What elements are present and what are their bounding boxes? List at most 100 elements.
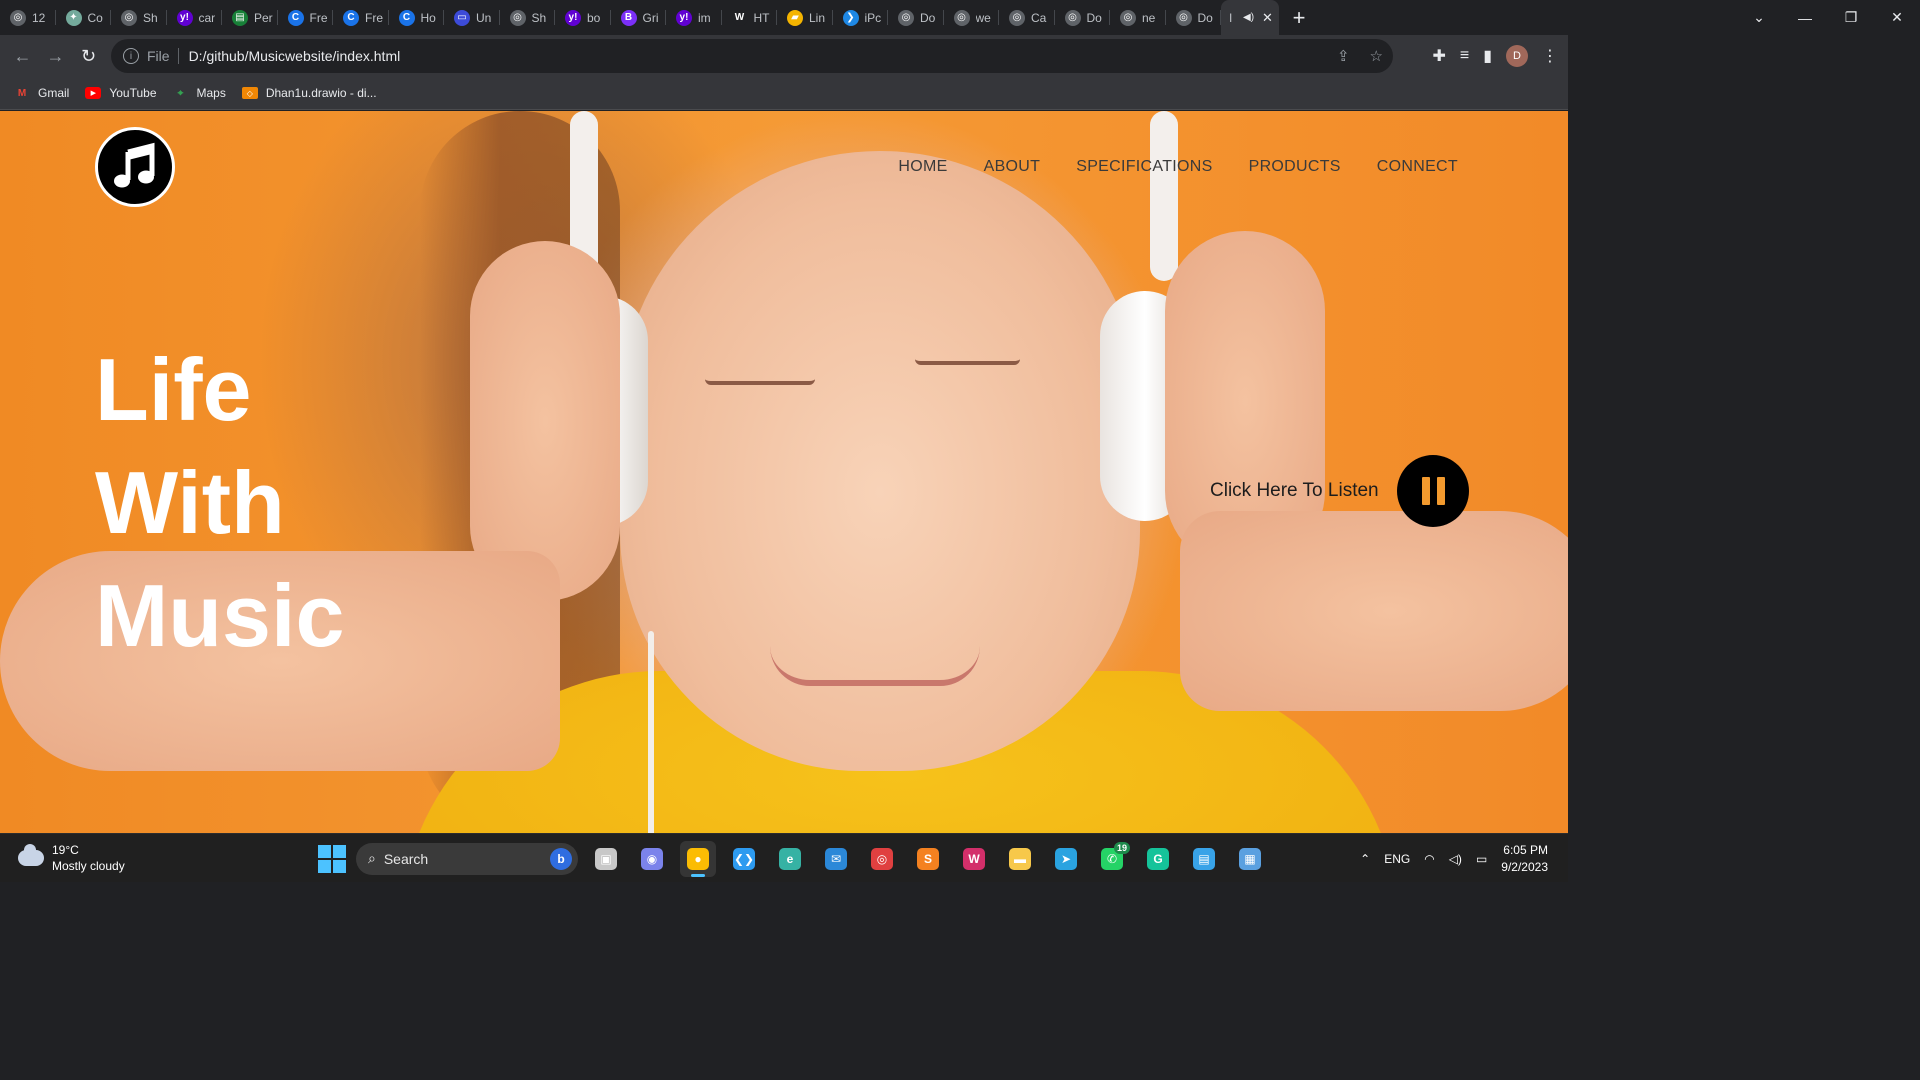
tab-label: Gri — [642, 10, 659, 25]
task-view-icon: ▣ — [595, 847, 617, 870]
bookmark-drawio[interactable]: ◇ Dhan1u.drawio - di... — [241, 86, 377, 100]
chrome-app[interactable]: ● — [680, 840, 716, 877]
browser-tab[interactable]: ◎ Sh — [500, 0, 556, 35]
grammarly-app[interactable]: G — [1140, 841, 1176, 877]
weather-widget[interactable]: 19°C Mostly cloudy — [18, 842, 125, 874]
back-button[interactable]: ← — [6, 46, 39, 67]
address-url[interactable]: D:/github/Musicwebsite/index.html — [189, 48, 401, 64]
edge-icon: e — [779, 847, 801, 870]
browser-tab[interactable]: y! im — [666, 0, 722, 35]
taskbar: 19°C Mostly cloudy ⌕ Search b ▣ ◉ ● ❮❯ e ✉ ◎ S W… — [0, 833, 1568, 882]
restore-button[interactable]: ❐ — [1828, 9, 1874, 26]
taskbar-search[interactable]: ⌕ Search b — [356, 842, 578, 875]
tab-label: Do — [1197, 10, 1213, 25]
wps-icon: W — [963, 847, 985, 870]
share-icon[interactable]: ⇪ — [1337, 47, 1350, 65]
browser-tab[interactable]: y! bo — [555, 0, 611, 35]
tab-label: Sh — [143, 10, 158, 25]
clock[interactable]: 6:05 PM 9/2/2023 — [1501, 842, 1548, 876]
browser-tab[interactable]: ❯ iPc — [833, 0, 889, 35]
browser-tab[interactable]: ◎ Do — [888, 0, 944, 35]
tab-favicon-icon: y! — [676, 9, 692, 26]
address-bar[interactable]: i File D:/github/Musicwebsite/index.html… — [111, 39, 1393, 73]
forward-button[interactable]: → — [39, 46, 72, 67]
battery-icon[interactable]: ▭ — [1476, 852, 1487, 866]
mail-app[interactable]: ✉ — [818, 841, 854, 877]
whatsapp-app[interactable]: ✆ 19 — [1094, 841, 1130, 877]
play-pause-button[interactable] — [1397, 455, 1469, 527]
browser-tab[interactable]: ◎ Sh — [111, 0, 167, 35]
browser-tab[interactable]: ◎ we — [944, 0, 1000, 35]
browser-tab[interactable]: ◎ 12 — [0, 0, 56, 35]
wifi-icon[interactable]: ◠ — [1424, 852, 1434, 866]
media-control-icon[interactable]: ≡ — [1460, 47, 1469, 65]
extensions-icon[interactable]: ✚ — [1432, 46, 1445, 66]
tab-search-icon[interactable]: ⌄ — [1736, 9, 1782, 26]
vscode-icon: ❮❯ — [733, 847, 755, 870]
browser-tab[interactable]: C Fre — [278, 0, 334, 35]
task-view-app[interactable]: ▣ — [588, 841, 624, 877]
tab-favicon-icon: ◎ — [509, 9, 526, 26]
browser-tab[interactable]: y! car — [167, 0, 223, 35]
tray-overflow-icon[interactable]: ⌃ — [1360, 852, 1370, 866]
browser-tab[interactable]: C Fre — [333, 0, 389, 35]
telegram-app[interactable]: ➤ — [1048, 841, 1084, 877]
listen-label[interactable]: Click Here To Listen — [1210, 480, 1379, 502]
tab-label: ne — [1142, 10, 1156, 25]
browser-tab[interactable]: ▭ Un — [444, 0, 500, 35]
nav-about[interactable]: ABOUT — [984, 158, 1041, 176]
browser-tab-active[interactable]: I ◀) ✕ — [1221, 0, 1279, 35]
browser-tab[interactable]: ◎ Ca — [999, 0, 1055, 35]
browser-tab[interactable]: ▰ Lin — [777, 0, 833, 35]
bing-icon[interactable]: b — [550, 847, 572, 870]
nav-connect[interactable]: CONNECT — [1377, 158, 1458, 176]
record-app[interactable]: ◎ — [864, 841, 900, 877]
site-info-icon[interactable]: i — [123, 48, 139, 64]
bookmark-maps[interactable]: ⌖ Maps — [173, 86, 226, 100]
tab-favicon-icon: ◎ — [121, 9, 137, 26]
close-window-button[interactable]: ✕ — [1874, 9, 1920, 26]
paint-app[interactable]: ▦ — [1232, 841, 1268, 877]
browser-tab[interactable]: ◎ Do — [1055, 0, 1111, 35]
browser-tab[interactable]: ◎ ne — [1110, 0, 1166, 35]
bookmark-star-icon[interactable]: ☆ — [1370, 47, 1383, 65]
volume-icon[interactable]: ◁) — [1449, 852, 1462, 866]
notepad-app[interactable]: ▤ — [1186, 841, 1222, 877]
start-button[interactable] — [318, 844, 346, 873]
bookmark-youtube[interactable]: ▶ YouTube — [85, 86, 157, 100]
speaker-icon[interactable]: ◀) — [1243, 12, 1254, 23]
vscode-app[interactable]: ❮❯ — [726, 841, 762, 877]
site-logo[interactable] — [95, 127, 175, 207]
new-tab-button[interactable]: + — [1279, 5, 1319, 31]
close-tab-icon[interactable]: ✕ — [1262, 10, 1273, 26]
browser-tab[interactable]: ◎ Do — [1166, 0, 1222, 35]
nav-products[interactable]: PRODUCTS — [1249, 158, 1341, 176]
side-panel-icon[interactable]: ▮ — [1483, 46, 1492, 66]
profile-avatar[interactable]: D — [1506, 45, 1528, 67]
file-explorer-app[interactable]: ▬ — [1002, 841, 1038, 877]
tab-label: Fre — [365, 10, 383, 25]
tab-label: im — [698, 10, 711, 25]
teams-app[interactable]: ◉ — [634, 841, 670, 877]
minimize-button[interactable]: — — [1782, 10, 1828, 26]
sublime-app[interactable]: S — [910, 841, 946, 877]
tab-label: Ca — [1031, 10, 1047, 25]
browser-tab[interactable]: B Gri — [611, 0, 667, 35]
address-scheme: File — [147, 48, 170, 64]
notification-badge: 19 — [1113, 841, 1130, 854]
nav-home[interactable]: HOME — [898, 158, 947, 176]
browser-tab[interactable]: ▤ Per — [222, 0, 278, 35]
wps-app[interactable]: W — [956, 841, 992, 877]
bookmark-gmail[interactable]: M Gmail — [14, 86, 70, 100]
edge-app[interactable]: e — [772, 841, 808, 877]
tab-favicon-icon: ◎ — [1009, 9, 1025, 26]
tab-favicon-icon: B — [620, 9, 637, 26]
browser-tab[interactable]: ✦ Co — [56, 0, 112, 35]
tab-label: I — [1229, 10, 1233, 25]
browser-tab[interactable]: C Ho — [389, 0, 445, 35]
reload-button[interactable]: ↻ — [72, 46, 105, 67]
nav-specifications[interactable]: SPECIFICATIONS — [1076, 158, 1212, 176]
language-indicator[interactable]: ENG — [1384, 852, 1410, 866]
browser-tab[interactable]: W HT — [722, 0, 778, 35]
menu-icon[interactable]: ⋮ — [1542, 46, 1558, 66]
